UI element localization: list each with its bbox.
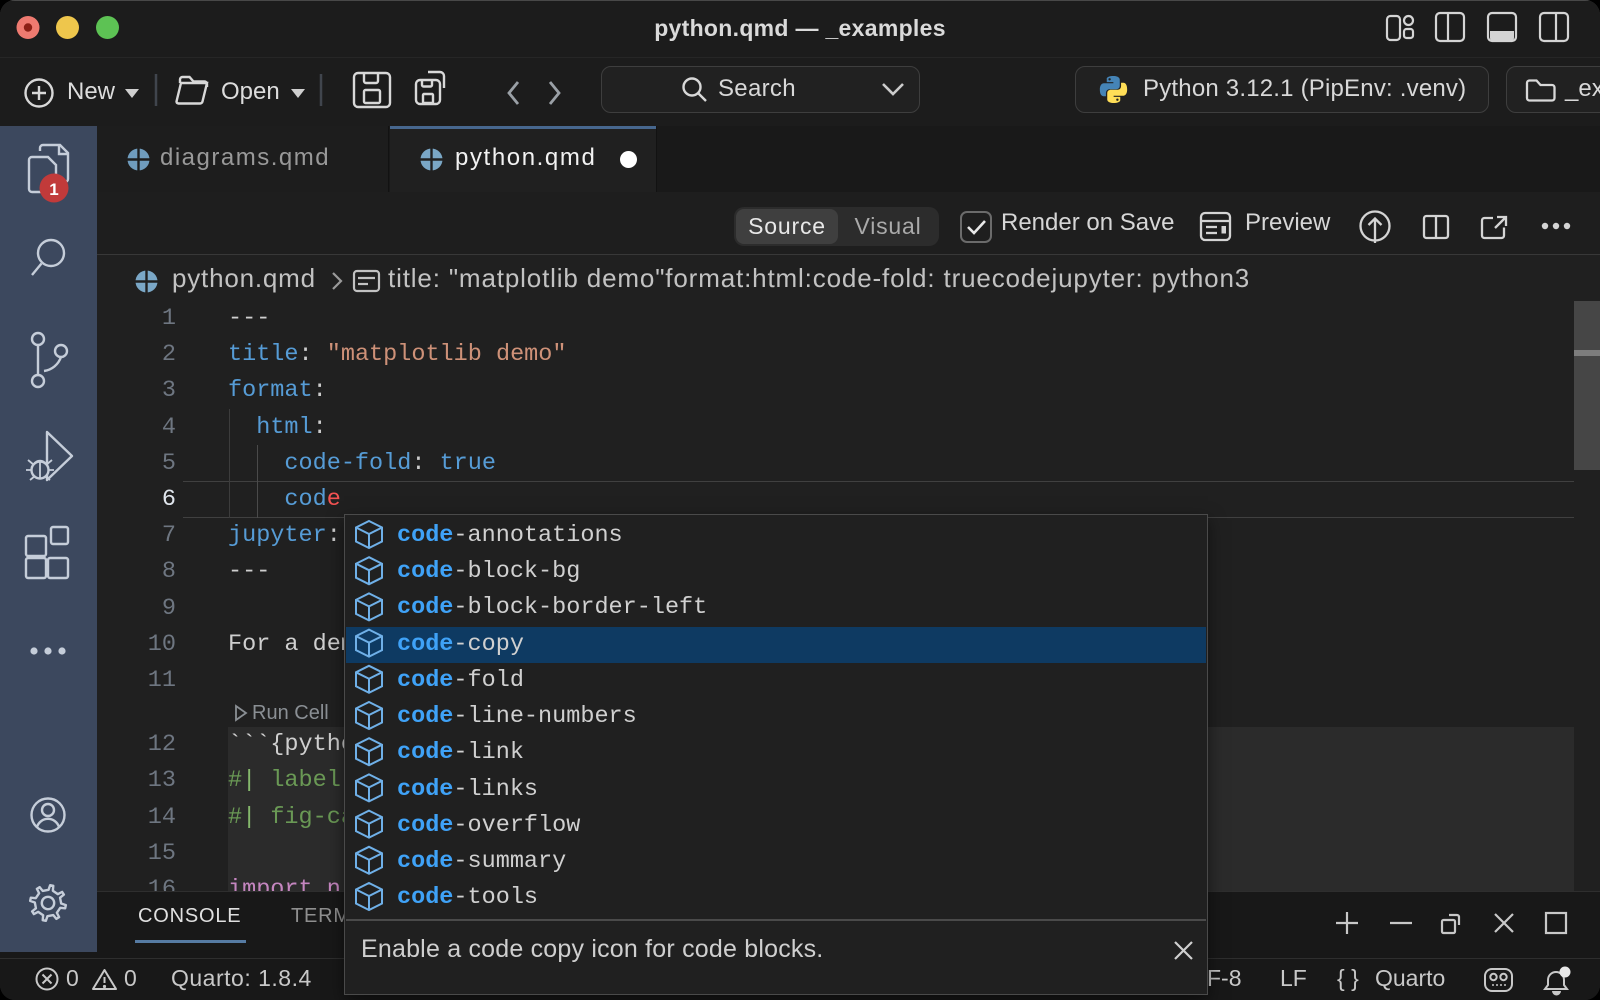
svg-text:1: 1 [49,180,58,199]
